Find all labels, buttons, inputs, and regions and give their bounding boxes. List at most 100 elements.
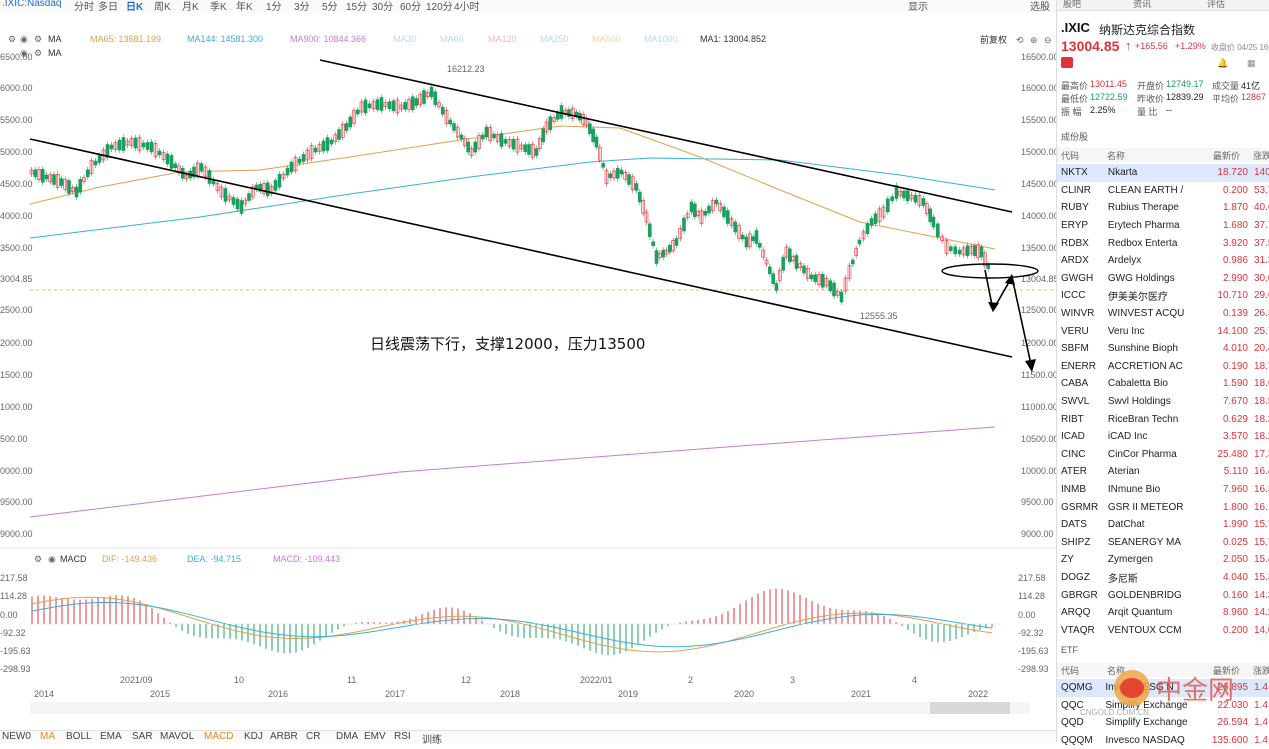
- cell-name: RiceBran Techn: [1107, 413, 1179, 425]
- tab-news[interactable]: 资讯: [1133, 0, 1151, 10]
- cell-chg: 16.3: [1253, 483, 1269, 495]
- table-row[interactable]: RIBT RiceBran Techn 0.629 18.3: [1057, 410, 1269, 428]
- table-row[interactable]: NKTX Nkarta 18.720 140.5: [1057, 164, 1269, 182]
- cell-chg: 20.4: [1253, 343, 1269, 355]
- price-tick-left: 6500.00: [0, 52, 33, 62]
- cell-price: 7.670: [1222, 396, 1248, 408]
- indicator-tab-6[interactable]: MACD: [204, 731, 233, 742]
- cell-code: GBRGR: [1061, 589, 1098, 601]
- indicator-tab-12[interactable]: RSI: [394, 731, 411, 742]
- indicator-tab-4[interactable]: SAR: [132, 731, 153, 742]
- table-row[interactable]: DATS DatChat 1.990 15.7: [1057, 516, 1269, 534]
- dif-legend: DIF: -149.436: [102, 554, 157, 564]
- cell-name: Invesco NASDAQ: [1105, 735, 1185, 747]
- adjust-button[interactable]: 前复权: [980, 34, 1007, 45]
- favorite-icon[interactable]: [1061, 57, 1073, 68]
- indicator-tab-13[interactable]: 训练: [422, 731, 442, 746]
- cell-name: CinCor Pharma: [1107, 448, 1177, 460]
- kline-chart[interactable]: ⚙ ◉ ⚙ MA MA65: 13681.199 MA144: 14581.30…: [0, 12, 1056, 730]
- table-row[interactable]: GWGH GWG Holdings 2.990 30.0: [1057, 270, 1269, 288]
- indicator-bar: NEW0 MA BOLL EMA SAR MAVOL MACD KDJ ARBR CR DMA EMV…: [0, 730, 1056, 746]
- table-row[interactable]: RDBX Redbox Enterta 3.920 37.5: [1057, 234, 1269, 252]
- time-tick-upper: 2022/01: [580, 675, 613, 685]
- macd-tick-right: 114.28: [1018, 591, 1045, 601]
- cell-code: ARQQ: [1061, 607, 1091, 619]
- ma144-legend: MA144: 14581.300: [187, 34, 263, 44]
- ma250-legend: MA250: [540, 34, 569, 44]
- macd-tick-left: 0.00: [0, 610, 18, 620]
- range-handle[interactable]: [930, 702, 1010, 714]
- tab-guba[interactable]: 股吧: [1063, 0, 1081, 10]
- cell-price: 8.960: [1222, 607, 1248, 619]
- table-row[interactable]: CINC CinCor Pharma 25.480 17.3: [1057, 446, 1269, 464]
- constituents-header: 代码 名称 最新价 涨跌: [1057, 148, 1269, 162]
- table-row[interactable]: VTAQR VENTOUX CCM 0.200 14.0: [1057, 621, 1269, 639]
- price-tick-right: 10500.00: [1021, 434, 1056, 444]
- indicator-tab-1[interactable]: MA: [40, 731, 55, 742]
- tab-eval[interactable]: 评估: [1207, 0, 1225, 10]
- table-row[interactable]: CLINR CLEAN EARTH / 0.200 53.7: [1057, 182, 1269, 200]
- table-row[interactable]: GBRGR GOLDENBRIDG 0.160 14.3: [1057, 586, 1269, 604]
- table-row[interactable]: SWVL Swvl Holdings 7.670 18.5: [1057, 393, 1269, 411]
- indicator-tab-8[interactable]: ARBR: [270, 731, 298, 742]
- cell-name: GWG Holdings: [1107, 272, 1175, 284]
- table-row[interactable]: INMB INmune Bio 7.960 16.3: [1057, 481, 1269, 499]
- bell-icon[interactable]: 🔔: [1217, 58, 1228, 69]
- table-row[interactable]: DOGZ 多尼斯 4.040 15.3: [1057, 569, 1269, 587]
- table-row[interactable]: RUBY Rubius Therape 1.870 40.6: [1057, 199, 1269, 217]
- table-row[interactable]: ICCC 伊美美尔医疗 10.710 29.6: [1057, 287, 1269, 305]
- indicator-tab-10[interactable]: DMA: [336, 731, 358, 742]
- price-tick-left: 9000.00: [0, 529, 33, 539]
- table-row[interactable]: ENERR ACCRETION AC 0.190 18.7: [1057, 358, 1269, 376]
- indicator-tab-9[interactable]: CR: [306, 731, 320, 742]
- table-row[interactable]: ZY Zymergen 2.050 15.4: [1057, 551, 1269, 569]
- indicator-tab-7[interactable]: KDJ: [244, 731, 263, 742]
- table-row[interactable]: SHIPZ SEANERGY MA 0.025 15.7: [1057, 533, 1269, 551]
- symbol-label[interactable]: .IXIC:Nasdaq: [2, 0, 61, 9]
- price-tick-right: 15500.00: [1021, 115, 1056, 125]
- table-row[interactable]: CABA Cabaletta Bio 1.590 18.6: [1057, 375, 1269, 393]
- price-tick-left: 3500.00: [0, 243, 33, 253]
- time-tick-lower: 2018: [500, 689, 520, 699]
- analysis-note: 日线震荡下行，支撑12000，压力13500: [370, 335, 645, 353]
- watermark-url: CNGOLD.COM.CN: [1080, 708, 1149, 717]
- zoom-icon: ⊕: [1030, 35, 1038, 45]
- cell-name: Zymergen: [1107, 554, 1153, 566]
- dea-legend: DEA: -94.715: [187, 554, 241, 564]
- table-row[interactable]: ATER Aterian 5.110 16.4: [1057, 463, 1269, 481]
- indicator-tab-5[interactable]: MAVOL: [160, 731, 194, 742]
- macd-tick-left: 114.28: [0, 591, 27, 601]
- table-row[interactable]: SBFM Sunshine Bioph 4.010 20.4: [1057, 340, 1269, 358]
- time-tick-lower: 2015: [150, 689, 170, 699]
- ma120-legend: MA120: [488, 34, 517, 44]
- indicator-tab-2[interactable]: BOLL: [66, 731, 92, 742]
- cell-code: VTAQR: [1061, 624, 1095, 636]
- cell-code: WINVR: [1061, 308, 1095, 320]
- indicator-tab-3[interactable]: EMA: [100, 731, 122, 742]
- table-row[interactable]: GSRMR GSR II METEOR 1.800 16.1: [1057, 498, 1269, 516]
- cell-code: RDBX: [1061, 237, 1089, 249]
- indicator-tab-11[interactable]: EMV: [364, 731, 386, 742]
- eye-icon: ◉: [20, 34, 28, 44]
- indicator-tab-0[interactable]: NEW0: [2, 731, 31, 742]
- cell-name: SEANERGY MA: [1107, 536, 1182, 548]
- table-row[interactable]: ERYP Erytech Pharma 1.680 37.7: [1057, 217, 1269, 235]
- table-row[interactable]: QQQM Invesco NASDAQ 135.600 1.4: [1057, 732, 1269, 749]
- table-row[interactable]: ARQQ Arqit Quantum 8.960 14.2: [1057, 604, 1269, 622]
- table-row[interactable]: ARDX Ardelyx 0.986 31.3: [1057, 252, 1269, 270]
- grid-icon[interactable]: ▦: [1247, 58, 1256, 69]
- table-row[interactable]: VERU Veru Inc 14.100 25.7: [1057, 322, 1269, 340]
- cell-code: GWGH: [1061, 272, 1094, 284]
- table-row[interactable]: ICAD iCAD Inc 3.570 18.2: [1057, 428, 1269, 446]
- time-tick-lower: 2020: [734, 689, 754, 699]
- cell-price: 2.050: [1222, 554, 1248, 566]
- cell-price: 5.110: [1223, 466, 1248, 478]
- time-tick-upper: 3: [790, 675, 795, 685]
- cell-code: ICCC: [1061, 290, 1086, 302]
- cell-name: VENTOUX CCM: [1107, 624, 1182, 636]
- range-scrollbar[interactable]: [30, 702, 1030, 714]
- table-row[interactable]: WINVR WINVEST ACQU 0.139 26.3: [1057, 305, 1269, 323]
- cell-code: ERYP: [1061, 220, 1089, 232]
- macd-tick-left: -298.93: [0, 664, 31, 674]
- time-tick-lower: 2021: [851, 689, 871, 699]
